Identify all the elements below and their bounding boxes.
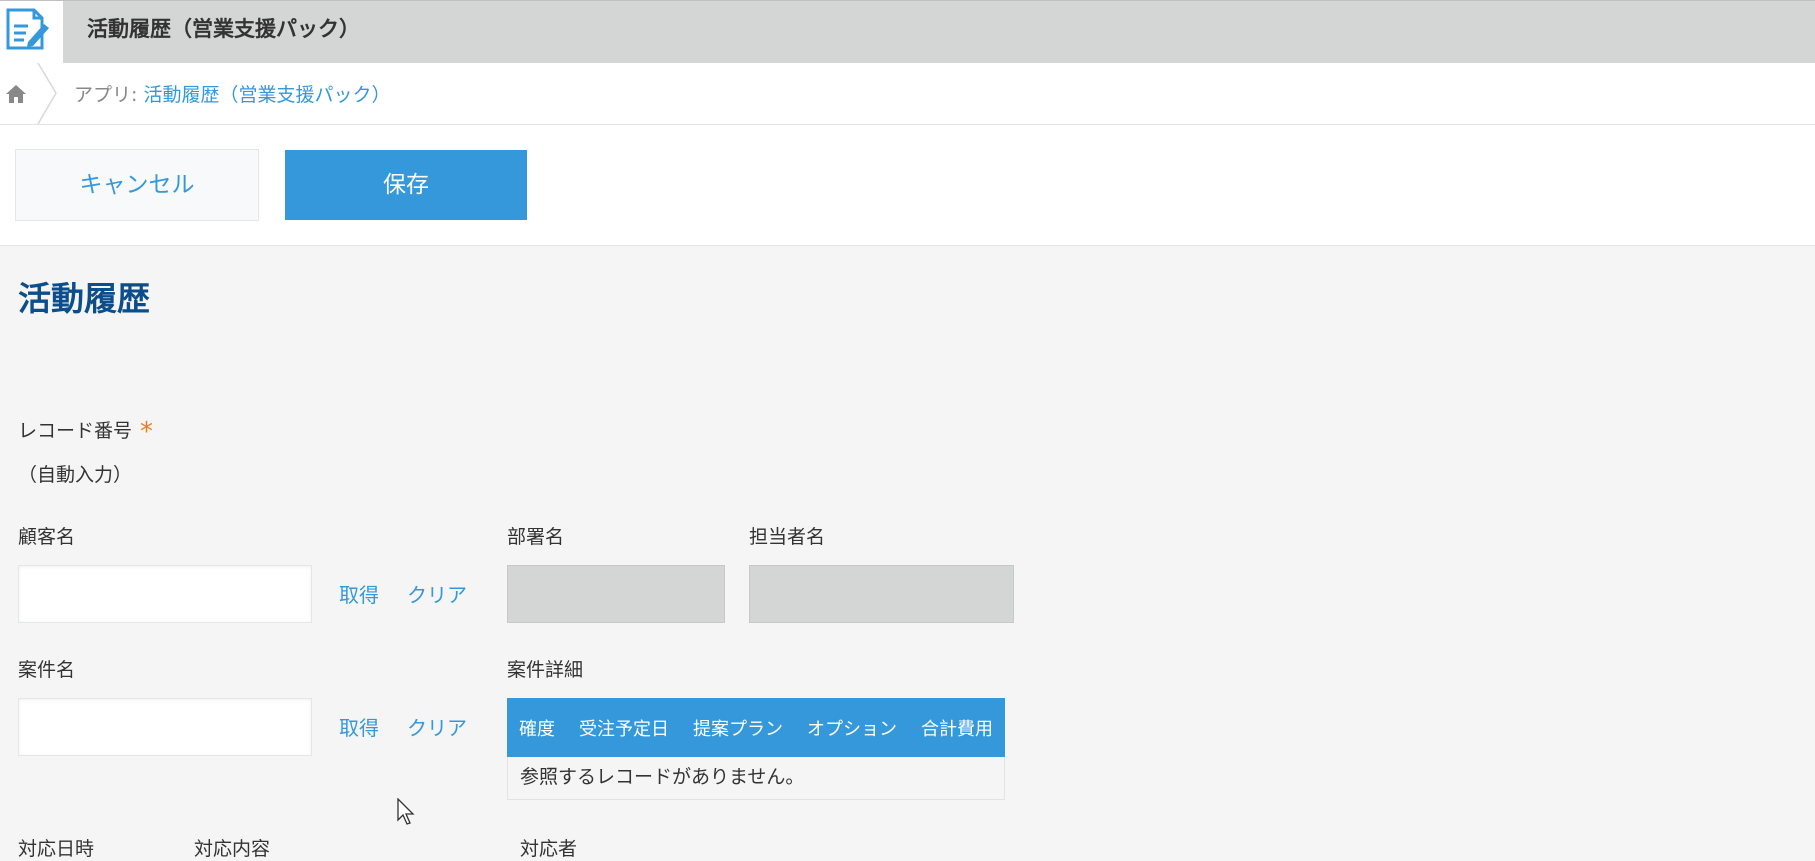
customer-input[interactable]	[18, 565, 312, 623]
column-header: 受注予定日	[579, 718, 669, 740]
deal-details-label: 案件詳細	[507, 659, 584, 681]
deal-fetch-link[interactable]: 取得	[339, 712, 379, 741]
breadcrumb-path: アプリ: 活動履歴（営業支援パック）	[74, 80, 390, 107]
breadcrumb-separator-icon	[37, 63, 57, 124]
contact-person-label: 担当者名	[749, 526, 826, 548]
deal-details-empty-message: 参照するレコードがありません。	[507, 757, 1005, 800]
form-title: 活動履歴	[18, 279, 150, 318]
app-icon	[6, 8, 49, 50]
content-label: 対応内容	[194, 838, 271, 860]
responder-label: 対応者	[520, 838, 578, 860]
column-header: オプション	[807, 718, 897, 740]
record-number-label: レコード番号 *	[18, 414, 154, 447]
app-icon-container[interactable]	[0, 1, 63, 64]
date-label: 対応日時	[18, 838, 95, 860]
breadcrumb: アプリ: 活動履歴（営業支援パック）	[0, 63, 1815, 125]
mouse-cursor-icon	[397, 798, 415, 825]
department-label: 部署名	[507, 526, 565, 548]
required-mark: *	[140, 417, 154, 447]
cancel-button[interactable]: キャンセル	[15, 149, 259, 221]
customer-clear-link[interactable]: クリア	[407, 579, 467, 608]
deal-details-table: 確度 受注予定日 提案プラン オプション 合計費用 参照するレコードがありません…	[507, 698, 1005, 800]
save-button[interactable]: 保存	[285, 150, 527, 220]
breadcrumb-prefix: アプリ:	[74, 84, 138, 106]
column-header: 合計費用	[921, 718, 993, 740]
record-number-value: （自動入力）	[18, 464, 133, 486]
action-toolbar: キャンセル 保存	[0, 125, 1815, 246]
app-title: 活動履歴（営業支援パック）	[87, 17, 360, 41]
deal-input[interactable]	[18, 698, 312, 756]
app-title-bar: 活動履歴（営業支援パック）	[0, 0, 1815, 64]
deal-label: 案件名	[18, 659, 76, 681]
column-header: 確度	[519, 718, 555, 740]
deal-clear-link[interactable]: クリア	[407, 712, 467, 741]
customer-fetch-link[interactable]: 取得	[339, 579, 379, 608]
department-value	[507, 565, 725, 623]
customer-label: 顧客名	[18, 526, 76, 548]
breadcrumb-app-link[interactable]: 活動履歴（営業支援パック）	[143, 84, 390, 106]
record-number-label-text: レコード番号	[18, 420, 133, 442]
contact-person-value	[749, 565, 1014, 623]
home-icon[interactable]	[5, 83, 27, 105]
deal-details-header: 確度 受注予定日 提案プラン オプション 合計費用	[507, 698, 1005, 757]
column-header: 提案プラン	[693, 718, 783, 740]
